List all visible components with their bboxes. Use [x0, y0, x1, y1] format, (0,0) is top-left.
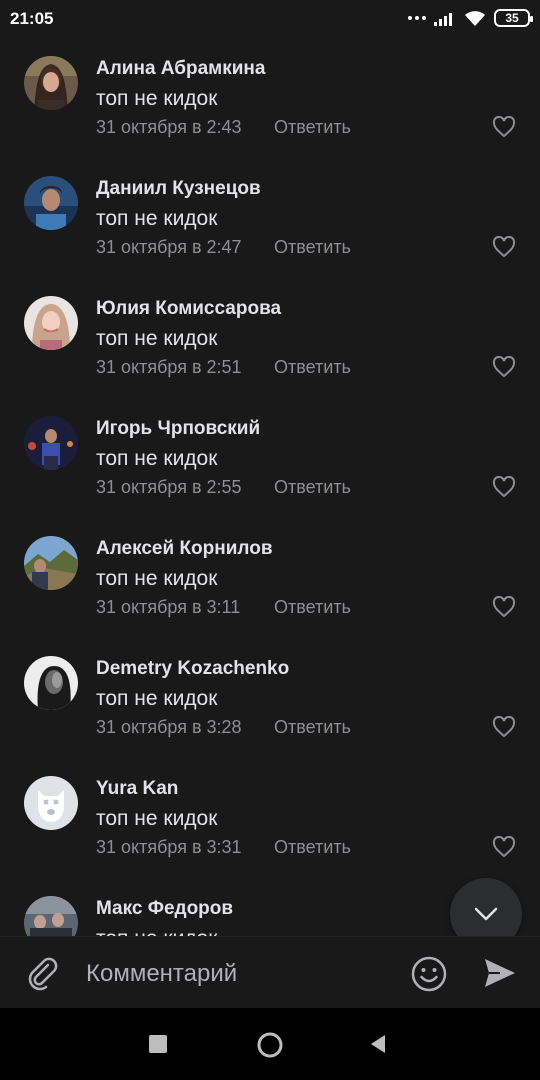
comment-item: Игорь Чрповский топ не кидок 31 октября …: [0, 398, 540, 518]
chevron-down-icon: [474, 907, 498, 921]
home-button[interactable]: [257, 1032, 283, 1058]
battery-level: 35: [505, 11, 519, 25]
heart-icon[interactable]: [492, 716, 516, 738]
reply-button[interactable]: Ответить: [274, 837, 351, 858]
reply-button[interactable]: Ответить: [274, 357, 351, 378]
smiley-icon[interactable]: [410, 955, 448, 993]
comment-input[interactable]: [86, 959, 386, 989]
system-nav-bar: [0, 1008, 540, 1080]
send-icon[interactable]: [482, 955, 518, 991]
paperclip-icon[interactable]: [24, 955, 60, 991]
reply-button[interactable]: Ответить: [274, 117, 351, 138]
comment-date: 31 октября в 3:11: [96, 597, 241, 617]
comment-text: топ не кидок: [96, 207, 218, 230]
comment-composer: [0, 936, 540, 1008]
recent-apps-button[interactable]: [149, 1035, 167, 1053]
comments-list[interactable]: Алина Абрамкина топ не кидок 31 октября …: [0, 38, 540, 936]
heart-icon[interactable]: [492, 836, 516, 858]
comment-item: Алина Абрамкина топ не кидок 31 октября …: [0, 38, 540, 158]
reply-button[interactable]: Ответить: [274, 477, 351, 498]
heart-icon[interactable]: [492, 476, 516, 498]
comment-item: Юлия Комиссарова топ не кидок 31 октября…: [0, 278, 540, 398]
avatar[interactable]: [24, 416, 78, 470]
wifi-icon: [465, 10, 485, 26]
heart-icon[interactable]: [492, 596, 516, 618]
comment-date: 31 октября в 3:28: [96, 717, 242, 737]
comment-item: Даниил Кузнецов топ не кидок 31 октября …: [0, 158, 540, 278]
comment-author[interactable]: Yura Kan: [96, 778, 178, 800]
reply-button[interactable]: Ответить: [274, 717, 351, 738]
reply-button[interactable]: Ответить: [274, 597, 351, 618]
comment-text: топ не кидок: [96, 327, 218, 350]
comment-date: 31 октября в 2:55: [96, 477, 242, 497]
comment-author[interactable]: Алина Абрамкина: [96, 58, 265, 80]
signal-icon: [434, 13, 452, 26]
heart-icon[interactable]: [492, 356, 516, 378]
avatar[interactable]: [24, 176, 78, 230]
avatar[interactable]: [24, 296, 78, 350]
comment-text: топ не кидок: [96, 87, 218, 110]
status-icons: 35: [408, 9, 533, 27]
comment-text: топ не кидок: [96, 567, 218, 590]
comment-author[interactable]: Юлия Комиссарова: [96, 298, 281, 320]
comment-text: топ не кидок: [96, 807, 218, 830]
comment-date: 31 октября в 2:43: [96, 117, 242, 137]
comment-item: Yura Kan топ не кидок 31 октября в 3:31 …: [0, 758, 540, 878]
comment-date: 31 октября в 3:31: [96, 837, 242, 857]
reply-button[interactable]: Ответить: [274, 237, 351, 258]
battery-icon: 35: [494, 9, 533, 27]
status-bar: 21:05 35: [0, 0, 540, 38]
comment-text: топ не кидок: [96, 687, 218, 710]
comment-author[interactable]: Даниил Кузнецов: [96, 178, 261, 200]
heart-icon[interactable]: [492, 116, 516, 138]
comment-item: Алексей Корнилов топ не кидок 31 октября…: [0, 518, 540, 638]
heart-icon[interactable]: [492, 236, 516, 258]
comment-date: 31 октября в 2:51: [96, 357, 242, 377]
comment-author[interactable]: Игорь Чрповский: [96, 418, 260, 440]
more-dots-icon: [408, 16, 426, 20]
comment-date: 31 октября в 2:47: [96, 237, 242, 257]
comment-author[interactable]: Алексей Корнилов: [96, 538, 273, 560]
back-button[interactable]: [369, 1034, 389, 1054]
comment-text: топ не кидок: [96, 447, 218, 470]
avatar[interactable]: [24, 536, 78, 590]
comment-item: Demetry Kozachenko топ не кидок 31 октяб…: [0, 638, 540, 758]
status-time: 21:05: [10, 9, 54, 28]
avatar[interactable]: [24, 896, 78, 936]
avatar[interactable]: [24, 656, 78, 710]
avatar[interactable]: [24, 56, 78, 110]
avatar[interactable]: [24, 776, 78, 830]
comment-text: топ не кидок: [96, 927, 217, 936]
comment-author[interactable]: Demetry Kozachenko: [96, 658, 289, 680]
comment-author[interactable]: Макс Федоров: [96, 898, 233, 920]
